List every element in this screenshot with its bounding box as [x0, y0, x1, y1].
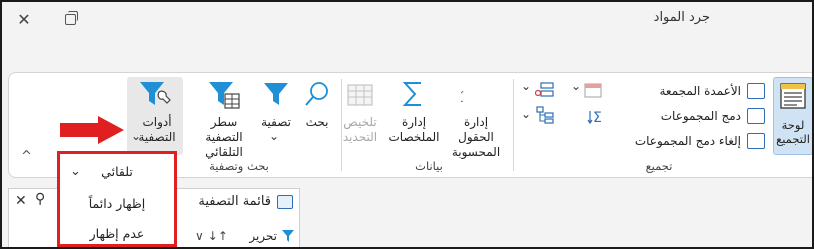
dropdown-item-always-show-label: إظهار دائماً	[88, 195, 146, 211]
summaries-label: إدارة الملخصات	[388, 115, 440, 144]
group-separator	[341, 79, 342, 171]
filter-row-icon	[209, 82, 240, 109]
filter-tools-button[interactable]: أدوات التصفية ⌄	[127, 77, 183, 155]
filter-tools-dropdown: ⌄ تلقائي إظهار دائماً عدم إظهار	[57, 151, 177, 247]
title-bar: ✕ جرد المواد	[2, 2, 812, 40]
search-label: بحث	[305, 115, 329, 129]
pin-pane-icon[interactable]: ⚲	[35, 191, 45, 207]
refresh-summary-button[interactable]: تلخيص التحديد	[337, 77, 383, 155]
dropdown-item-never-show-label: عدم إظهار	[89, 225, 145, 241]
refresh-summary-label: تلخيص التحديد	[342, 115, 378, 144]
sigma-icon	[402, 82, 421, 106]
calculated-fields-label: إدارة الحقول المحسوبة	[451, 115, 501, 159]
app-window: ✕ جرد المواد لوحة التجميع الأعمدة المجمع…	[0, 0, 814, 249]
svg-text:Σ: Σ	[593, 110, 602, 126]
grouped-columns-label: الأعمدة المجمعة	[659, 84, 741, 98]
merge-groups-label: دمج المجموعات	[660, 109, 741, 123]
restore-icon	[64, 10, 78, 25]
tree-levels-icon[interactable]	[535, 105, 555, 125]
close-icon[interactable]: ✕	[6, 6, 42, 32]
collapse-ribbon-button[interactable]: ^	[21, 149, 32, 164]
outline-level-icon[interactable]	[535, 81, 555, 99]
chevron-down-icon: ∨	[195, 229, 204, 243]
auto-filter-row-button[interactable]: سطر التصفية التلقائي	[195, 77, 253, 159]
date-grouping-chevron[interactable]: ⌄	[571, 79, 581, 93]
tree-levels-chevron[interactable]: ⌄	[521, 107, 531, 121]
unmerge-groups-icon	[747, 133, 765, 149]
edit-funnel-icon	[282, 230, 294, 242]
svg-text:fx: fx	[461, 83, 464, 107]
filter-list-label: قائمة التصفية	[198, 194, 271, 209]
outline-group-label: تجميع	[645, 159, 673, 173]
filter-list-tab[interactable]: قائمة التصفية	[198, 194, 293, 209]
main-pane	[300, 188, 812, 247]
filter-chevron[interactable]: ⌄	[269, 129, 279, 144]
calculated-fields-button[interactable]: fx إدارة الحقول المحسوبة	[445, 77, 507, 159]
chevron-down-icon: ⌄	[70, 164, 81, 179]
date-grouping-icon[interactable]	[583, 81, 603, 99]
dropdown-item-auto-label: تلقائي	[101, 163, 133, 179]
search-icon	[305, 82, 328, 106]
dropdown-item-always-show[interactable]: إظهار دائماً	[60, 188, 174, 218]
edit-label: تحرير	[249, 229, 277, 243]
dropdown-item-auto[interactable]: ⌄ تلقائي	[60, 156, 174, 186]
merge-groups-button[interactable]: دمج المجموعات	[661, 108, 765, 124]
fx-icon: fx	[461, 83, 464, 107]
filter-label: تصفية	[261, 115, 291, 129]
sort-icon: ↓↑	[207, 229, 228, 243]
dropdown-item-never-show[interactable]: عدم إظهار	[60, 218, 174, 247]
search-button[interactable]: بحث	[299, 77, 335, 155]
sort-controls[interactable]: ∨ ↓↑	[195, 229, 228, 243]
red-arrow-annotation	[60, 116, 124, 144]
filter-list-icon	[277, 194, 293, 209]
data-group-label: بيانات	[415, 159, 443, 173]
table-summary-icon	[347, 84, 373, 106]
filter-tools-chevron[interactable]: ⌄	[131, 129, 141, 144]
merge-groups-icon	[747, 108, 765, 124]
edit-button[interactable]: تحرير	[249, 229, 295, 243]
grouped-columns-button[interactable]: الأعمدة المجمعة	[659, 83, 765, 99]
dashboard-label: لوحة التجميع	[776, 118, 810, 146]
window-title: جرد المواد	[653, 10, 710, 25]
restore-window-button[interactable]	[52, 6, 88, 32]
sort-filter-group-label: بحث وتصفية	[209, 159, 269, 173]
filter-button[interactable]: تصفية ⌄	[255, 77, 297, 155]
dashboard-button[interactable]: لوحة التجميع	[773, 77, 812, 155]
sum-sort-icon[interactable]: Σ	[587, 107, 607, 127]
auto-filter-row-label: سطر التصفية التلقائي	[205, 115, 243, 159]
grouped-columns-icon	[747, 83, 765, 99]
filter-tools-icon	[140, 82, 171, 105]
funnel-icon	[264, 83, 288, 105]
outline-level-chevron[interactable]: ⌄	[521, 79, 531, 93]
unmerge-groups-button[interactable]: إلغاء دمج المجموعات	[635, 133, 765, 149]
summaries-button[interactable]: إدارة الملخصات	[385, 77, 443, 155]
close-pane-icon[interactable]: ✕	[15, 193, 27, 209]
dashboard-icon	[780, 83, 806, 109]
unmerge-groups-label: إلغاء دمج المجموعات	[634, 134, 741, 148]
group-separator	[513, 79, 514, 171]
